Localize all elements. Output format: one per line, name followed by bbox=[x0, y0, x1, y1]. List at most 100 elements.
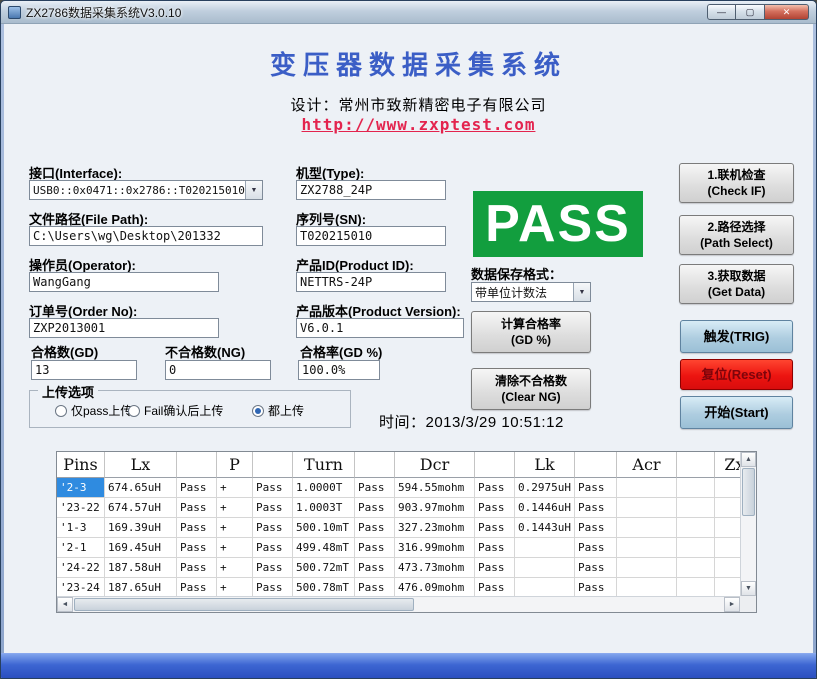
minimize-button[interactable]: — bbox=[707, 4, 736, 20]
interface-combobox[interactable]: USB0::0x0471::0x2786::T020215010:: ▼ bbox=[29, 180, 263, 200]
path-select-button[interactable]: 2.路径选择 (Path Select) bbox=[679, 215, 794, 255]
table-cell[interactable] bbox=[515, 578, 575, 596]
table-cell[interactable]: Pass bbox=[575, 558, 617, 578]
table-cell[interactable]: + bbox=[217, 478, 253, 498]
table-cell[interactable] bbox=[677, 538, 715, 558]
table-cell[interactable]: 500.72mT bbox=[293, 558, 355, 578]
table-cell[interactable] bbox=[617, 578, 677, 596]
table-cell[interactable]: Pass bbox=[475, 518, 515, 538]
scroll-left-icon[interactable]: ◄ bbox=[57, 597, 73, 612]
column-header[interactable]: Dcr bbox=[395, 452, 475, 478]
chevron-down-icon[interactable]: ▼ bbox=[245, 181, 262, 199]
radio-pass-only[interactable]: 仅pass上传 bbox=[55, 402, 132, 419]
table-cell[interactable]: 169.45uH bbox=[105, 538, 177, 558]
column-header[interactable]: Zx bbox=[715, 452, 740, 478]
table-cell[interactable]: '2-1 bbox=[57, 538, 105, 558]
column-header[interactable] bbox=[677, 452, 715, 478]
table-cell[interactable] bbox=[677, 518, 715, 538]
radio-fail-confirm[interactable]: Fail确认后上传 bbox=[128, 402, 223, 419]
table-cell[interactable]: Pass bbox=[575, 478, 617, 498]
start-button[interactable]: 开始(Start) bbox=[680, 396, 793, 429]
calc-rate-button[interactable]: 计算合格率 (GD %) bbox=[471, 311, 591, 353]
table-cell[interactable]: 500.78mT bbox=[293, 578, 355, 596]
table-cell[interactable]: Pass bbox=[575, 498, 617, 518]
table-cell[interactable]: 1.0000T bbox=[293, 478, 355, 498]
table-cell[interactable]: + bbox=[217, 538, 253, 558]
table-cell[interactable]: Pass bbox=[177, 578, 217, 596]
table-cell[interactable]: Pass bbox=[177, 558, 217, 578]
table-cell[interactable] bbox=[715, 518, 740, 538]
clear-ng-button[interactable]: 清除不合格数 (Clear NG) bbox=[471, 368, 591, 410]
column-header[interactable]: Turn bbox=[293, 452, 355, 478]
table-cell[interactable]: Pass bbox=[355, 558, 395, 578]
table-cell[interactable]: Pass bbox=[253, 498, 293, 518]
column-header[interactable]: Acr bbox=[617, 452, 677, 478]
table-cell[interactable] bbox=[715, 478, 740, 498]
scroll-up-icon[interactable]: ▲ bbox=[741, 452, 756, 467]
table-cell[interactable]: 187.58uH bbox=[105, 558, 177, 578]
type-input[interactable] bbox=[296, 180, 446, 200]
table-cell[interactable]: '24-22 bbox=[57, 558, 105, 578]
website-link-text[interactable]: http://www.zxptest.com bbox=[302, 115, 536, 134]
table-cell[interactable]: + bbox=[217, 558, 253, 578]
table-cell[interactable]: Pass bbox=[253, 518, 293, 538]
table-cell[interactable] bbox=[617, 558, 677, 578]
table-cell[interactable]: Pass bbox=[355, 478, 395, 498]
save-format-combobox[interactable]: 带单位计数法 ▼ bbox=[471, 282, 591, 302]
product-version-input[interactable] bbox=[296, 318, 464, 338]
table-cell[interactable]: 903.97mohm bbox=[395, 498, 475, 518]
table-cell[interactable] bbox=[677, 478, 715, 498]
table-cell[interactable] bbox=[715, 538, 740, 558]
vertical-scrollbar[interactable]: ▲ ▼ bbox=[740, 452, 756, 596]
product-id-input[interactable] bbox=[296, 272, 446, 292]
table-cell[interactable]: 476.09mohm bbox=[395, 578, 475, 596]
table-cell[interactable]: 0.2975uH bbox=[515, 478, 575, 498]
table-cell[interactable] bbox=[677, 558, 715, 578]
operator-input[interactable] bbox=[29, 272, 219, 292]
table-cell[interactable]: 594.55mohm bbox=[395, 478, 475, 498]
table-cell[interactable]: Pass bbox=[177, 498, 217, 518]
table-cell[interactable]: 316.99mohm bbox=[395, 538, 475, 558]
chevron-down-icon[interactable]: ▼ bbox=[573, 283, 590, 301]
table-cell[interactable]: 500.10mT bbox=[293, 518, 355, 538]
table-cell[interactable]: Pass bbox=[475, 578, 515, 596]
titlebar[interactable]: ZX2786数据采集系统V3.0.10 — ▢ ✕ bbox=[1, 1, 816, 24]
table-cell[interactable]: 0.1443uH bbox=[515, 518, 575, 538]
horizontal-scrollbar-thumb[interactable] bbox=[74, 598, 414, 611]
table-cell[interactable]: + bbox=[217, 578, 253, 596]
table-cell[interactable]: Pass bbox=[575, 578, 617, 596]
table-cell[interactable]: '1-3 bbox=[57, 518, 105, 538]
table-cell[interactable] bbox=[617, 478, 677, 498]
check-if-button[interactable]: 1.联机检查 (Check IF) bbox=[679, 163, 794, 203]
table-cell[interactable]: 169.39uH bbox=[105, 518, 177, 538]
table-cell[interactable]: Pass bbox=[253, 478, 293, 498]
table-cell[interactable]: + bbox=[217, 518, 253, 538]
table-row[interactable]: '2-1169.45uHPass+Pass499.48mTPass316.99m… bbox=[57, 538, 740, 558]
column-header[interactable]: Pins bbox=[57, 452, 105, 478]
close-button[interactable]: ✕ bbox=[765, 4, 809, 20]
ng-count-input[interactable] bbox=[165, 360, 271, 380]
trig-button[interactable]: 触发(TRIG) bbox=[680, 320, 793, 353]
table-cell[interactable]: 499.48mT bbox=[293, 538, 355, 558]
table-cell[interactable]: 473.73mohm bbox=[395, 558, 475, 578]
get-data-button[interactable]: 3.获取数据 (Get Data) bbox=[679, 264, 794, 304]
table-cell[interactable] bbox=[715, 578, 740, 596]
scroll-right-icon[interactable]: ► bbox=[724, 597, 740, 612]
column-header[interactable] bbox=[575, 452, 617, 478]
table-cell[interactable]: Pass bbox=[177, 518, 217, 538]
column-header[interactable] bbox=[355, 452, 395, 478]
horizontal-scrollbar[interactable]: ◄ ► bbox=[57, 596, 740, 612]
scroll-down-icon[interactable]: ▼ bbox=[741, 581, 756, 596]
table-cell[interactable]: Pass bbox=[355, 578, 395, 596]
table-cell[interactable]: Pass bbox=[177, 478, 217, 498]
radio-upload-all[interactable]: 都上传 bbox=[252, 402, 304, 419]
table-row[interactable]: '2-3674.65uHPass+Pass1.0000TPass594.55mo… bbox=[57, 478, 740, 498]
table-cell[interactable]: 0.1446uH bbox=[515, 498, 575, 518]
table-cell[interactable] bbox=[677, 578, 715, 596]
table-cell[interactable] bbox=[617, 498, 677, 518]
column-header[interactable] bbox=[253, 452, 293, 478]
table-row[interactable]: '24-22187.58uHPass+Pass500.72mTPass473.7… bbox=[57, 558, 740, 578]
gd-rate-input[interactable] bbox=[298, 360, 380, 380]
table-cell[interactable] bbox=[677, 498, 715, 518]
column-header[interactable]: P bbox=[217, 452, 253, 478]
